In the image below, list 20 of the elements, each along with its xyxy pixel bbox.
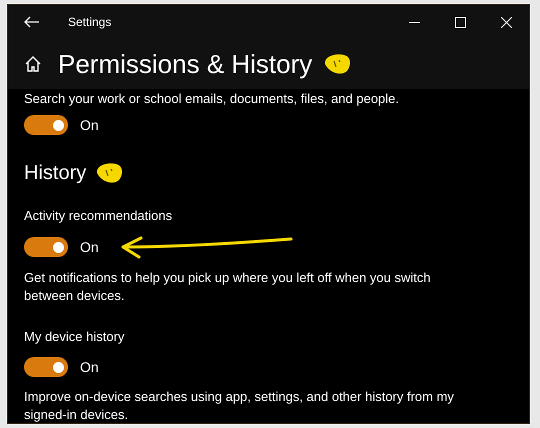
highlight-scribble xyxy=(322,52,352,76)
home-icon xyxy=(24,55,42,73)
toggle-switch[interactable] xyxy=(24,115,68,135)
toggle-label: On xyxy=(80,238,99,256)
section-heading: History xyxy=(24,160,86,186)
toggle-switch[interactable] xyxy=(24,357,68,377)
toggle-switch[interactable] xyxy=(24,237,68,257)
page-title: Permissions & History xyxy=(58,51,312,77)
setting-label: My device history xyxy=(24,328,126,346)
description-text: Search your work or school emails, documents, files, and people. xyxy=(24,90,400,108)
window-title: Settings xyxy=(68,14,112,31)
close-icon xyxy=(500,16,512,28)
toggle-label: On xyxy=(80,358,99,376)
setting-description: Improve on-device searches using app, settings, and other history from my signed-in devices. xyxy=(24,388,455,424)
maximize-icon xyxy=(454,16,466,28)
back-arrow-icon xyxy=(24,16,40,28)
toggle-label: On xyxy=(80,116,99,134)
setting-label: Activity recommendations xyxy=(24,206,174,225)
setting-description: Get notifications to help you pick up where you left off when you switch between devices. xyxy=(24,269,432,305)
highlight-scribble xyxy=(94,160,124,184)
